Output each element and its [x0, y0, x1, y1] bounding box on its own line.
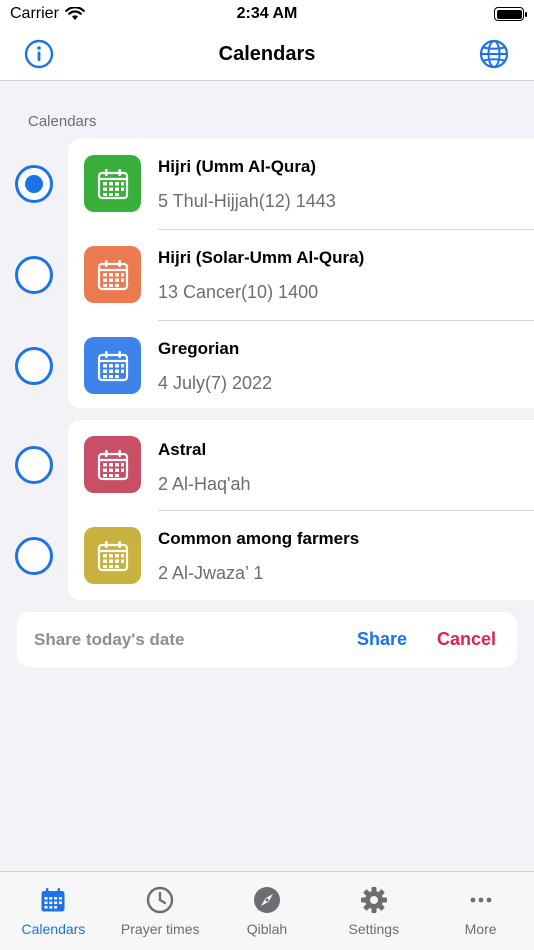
section-header: Calendars — [28, 113, 97, 130]
globe-icon — [479, 39, 509, 69]
page-title: Calendars — [218, 42, 316, 65]
status-bar: Carrier 2:34 AM — [0, 0, 534, 28]
calendar-date: 2 Al-Jwaza’ 1 — [158, 563, 264, 583]
language-button[interactable] — [478, 38, 510, 70]
tab-settings[interactable]: Settings — [320, 872, 427, 950]
calendar-date: 5 Thul-Hijjah(12) 1443 — [158, 191, 336, 211]
tab-label: Qiblah — [246, 921, 288, 937]
calendar-group-1: Hijri (Umm Al-Qura) 5 Thul-Hijjah(12) 14… — [68, 139, 534, 408]
more-icon — [466, 885, 496, 915]
tab-qiblah[interactable]: Qiblah — [214, 872, 321, 950]
compass-icon — [252, 885, 282, 915]
share-label: Share today's date — [34, 629, 185, 649]
calendar-icon — [84, 337, 141, 394]
radio-astral[interactable] — [15, 446, 53, 484]
calendar-row[interactable]: Hijri (Solar-Umm Al-Qura) 13 Cancer(10) … — [68, 230, 534, 321]
cancel-button[interactable]: Cancel — [437, 629, 496, 650]
radio-hijri-umm-al-qura[interactable] — [15, 165, 53, 203]
gear-icon — [359, 885, 389, 915]
tab-label: Settings — [348, 921, 400, 937]
calendar-title: Common among farmers — [158, 529, 360, 548]
battery-icon — [494, 7, 527, 21]
calendar-group-2: Astral 2 Al-Haq'ah Common among farmers … — [68, 420, 534, 600]
calendar-icon — [84, 155, 141, 212]
status-left: Carrier — [10, 5, 85, 23]
calendar-icon — [84, 527, 141, 584]
calendar-title: Hijri (Umm Al-Qura) — [158, 157, 317, 176]
info-button[interactable] — [23, 38, 55, 70]
calendar-icon — [84, 246, 141, 303]
calendar-date: 2 Al-Haq'ah — [158, 474, 251, 494]
navigation-bar: Calendars — [0, 28, 534, 81]
calendar-date: 4 July(7) 2022 — [158, 373, 273, 393]
info-icon — [24, 39, 54, 69]
tab-label: Prayer times — [120, 921, 200, 937]
share-bar: Share today's date Share Cancel — [17, 612, 517, 667]
tab-label: Calendars — [21, 921, 86, 937]
tab-more[interactable]: More — [427, 872, 534, 950]
radio-gregorian[interactable] — [15, 347, 53, 385]
calendar-title: Astral — [158, 440, 207, 459]
radio-farmers[interactable] — [15, 537, 53, 575]
tab-prayer-times[interactable]: Prayer times — [107, 872, 214, 950]
calendar-row[interactable]: Hijri (Umm Al-Qura) 5 Thul-Hijjah(12) 14… — [68, 139, 534, 230]
calendar-icon — [84, 436, 141, 493]
calendar-date: 13 Cancer(10) 1400 — [158, 282, 319, 302]
calendar-row[interactable]: Astral 2 Al-Haq'ah — [68, 420, 534, 511]
calendar-title: Hijri (Solar-Umm Al-Qura) — [158, 248, 365, 267]
calendar-row[interactable]: Common among farmers 2 Al-Jwaza’ 1 — [68, 511, 534, 600]
carrier-label: Carrier — [10, 5, 59, 22]
calendar-icon — [38, 885, 68, 915]
clock-icon — [145, 885, 175, 915]
calendar-row[interactable]: Gregorian 4 July(7) 2022 — [68, 321, 534, 408]
calendar-title: Gregorian — [158, 339, 240, 358]
tab-label: More — [464, 921, 497, 937]
tab-bar: Calendars Prayer times Qiblah Settings M… — [0, 871, 534, 950]
wifi-icon — [65, 7, 85, 20]
radio-hijri-solar[interactable] — [15, 256, 53, 294]
tab-calendars[interactable]: Calendars — [0, 872, 107, 950]
share-button[interactable]: Share — [357, 629, 407, 650]
